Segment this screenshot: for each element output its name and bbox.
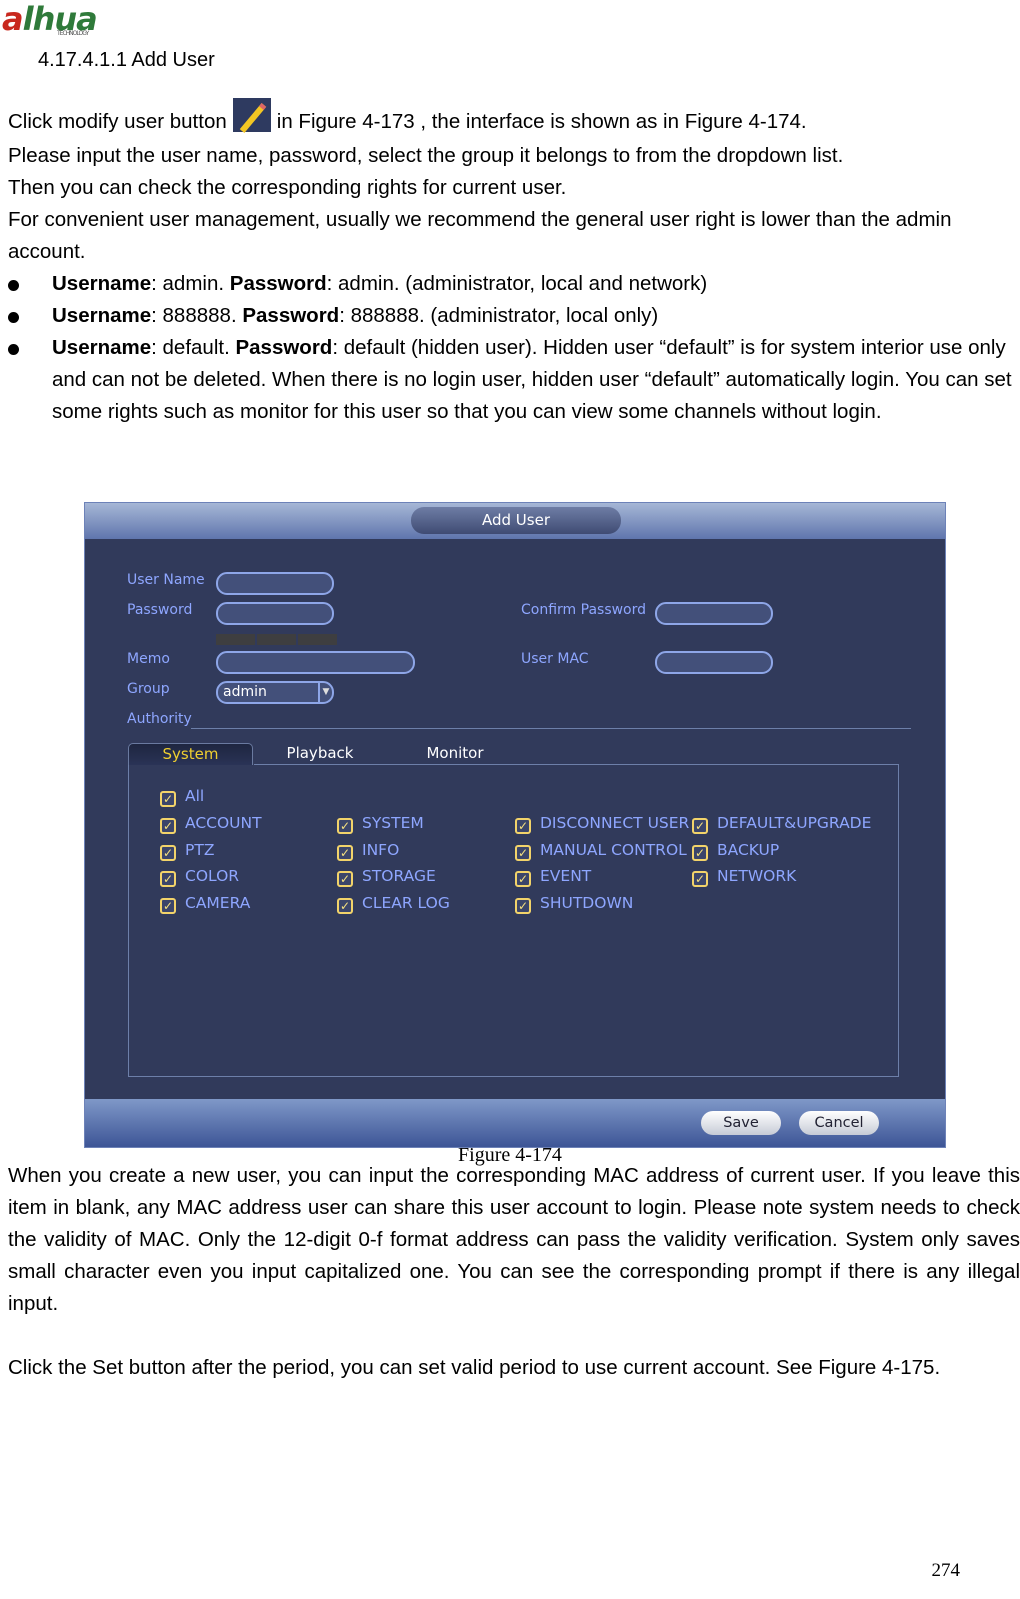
check-icon: ✓ <box>515 844 531 861</box>
checkbox-backup[interactable]: ✓ BACKUP <box>692 841 779 861</box>
checkbox-event[interactable]: ✓ EVENT <box>515 867 591 887</box>
tab-playback[interactable]: Playback <box>260 743 380 765</box>
dialog-title: Add User <box>411 507 621 534</box>
password-strength-bar <box>216 634 255 645</box>
intro-paragraph: Click modify user button in Figure 4-173 … <box>8 98 1020 138</box>
paragraph: Then you can check the corresponding rig… <box>8 176 567 199</box>
chevron-down-icon: ▼ <box>318 683 332 702</box>
checkbox-clear-log[interactable]: ✓ CLEAR LOG <box>337 894 450 914</box>
checkbox-manual-control[interactable]: ✓ MANUAL CONTROL <box>515 841 687 861</box>
password-strength-bar <box>298 634 337 645</box>
password-strength-bar <box>257 634 296 645</box>
dahua-logo: alhua TECHNOLOGY <box>2 0 98 38</box>
checkbox-color[interactable]: ✓ COLOR <box>160 867 239 887</box>
user-mac-input[interactable] <box>655 651 773 674</box>
memo-input[interactable] <box>216 651 415 674</box>
check-icon: ✓ <box>160 791 176 807</box>
user-name-label: User Name <box>127 572 205 588</box>
checkbox-storage[interactable]: ✓ STORAGE <box>337 867 436 887</box>
check-icon: ✓ <box>337 871 353 887</box>
title-bar: Add User <box>85 503 945 539</box>
paragraph: For convenient user management, usually … <box>8 208 952 263</box>
page-number: 274 <box>931 1560 961 1581</box>
checkbox-network[interactable]: ✓ NETWORK <box>692 867 796 887</box>
password-label: Password <box>127 602 193 618</box>
paragraph: When you create a new user, you can inpu… <box>8 1164 1020 1315</box>
check-icon: ✓ <box>160 818 176 834</box>
bottom-bar: Save Cancel <box>85 1099 945 1147</box>
check-icon: ✓ <box>515 871 531 887</box>
check-icon: ✓ <box>160 844 176 861</box>
paragraph: Click the Set button after the period, y… <box>8 1356 941 1379</box>
cancel-button[interactable]: Cancel <box>799 1111 879 1135</box>
checkbox-disconnect-user[interactable]: ✓ DISCONNECT USER <box>515 814 689 834</box>
divider <box>191 728 911 729</box>
confirm-password-input[interactable] <box>655 602 773 625</box>
memo-label: Memo <box>127 651 170 667</box>
check-icon: ✓ <box>692 871 708 887</box>
authority-label: Authority <box>127 711 192 727</box>
group-label: Group <box>127 681 170 697</box>
section-heading: 4.17.4.1.1 Add User <box>38 49 215 71</box>
user-name-input[interactable] <box>216 572 334 595</box>
authority-panel <box>128 764 899 1077</box>
group-select[interactable]: admin ▼ <box>216 681 334 704</box>
checkbox-default-upgrade[interactable]: ✓ DEFAULT&UPGRADE <box>692 814 871 834</box>
check-icon: ✓ <box>337 818 353 834</box>
tab-system[interactable]: System <box>128 743 253 765</box>
user-mac-label: User MAC <box>521 651 589 667</box>
password-input[interactable] <box>216 602 334 625</box>
add-user-dialog: Add User User Name Password Confirm Pass… <box>84 502 946 1148</box>
paragraph: Please input the user name, password, se… <box>8 144 844 167</box>
checkbox-camera[interactable]: ✓ CAMERA <box>160 894 250 914</box>
confirm-password-label: Confirm Password <box>521 602 647 618</box>
pencil-icon <box>232 98 271 132</box>
checkbox-shutdown[interactable]: ✓ SHUTDOWN <box>515 894 633 914</box>
checkbox-system[interactable]: ✓ SYSTEM <box>337 814 424 834</box>
checkbox-all[interactable]: ✓ All <box>160 787 204 807</box>
check-icon: ✓ <box>337 897 353 914</box>
checkbox-account[interactable]: ✓ ACCOUNT <box>160 814 262 834</box>
check-icon: ✓ <box>692 844 708 861</box>
save-button[interactable]: Save <box>701 1111 781 1135</box>
check-icon: ✓ <box>692 818 708 834</box>
check-icon: ✓ <box>160 897 176 914</box>
checkbox-ptz[interactable]: ✓ PTZ <box>160 841 214 861</box>
check-icon: ✓ <box>337 844 353 861</box>
check-icon: ✓ <box>515 818 531 834</box>
tab-monitor[interactable]: Monitor <box>395 743 515 765</box>
check-icon: ✓ <box>515 897 531 914</box>
checkbox-info[interactable]: ✓ INFO <box>337 841 399 861</box>
check-icon: ✓ <box>160 871 176 887</box>
